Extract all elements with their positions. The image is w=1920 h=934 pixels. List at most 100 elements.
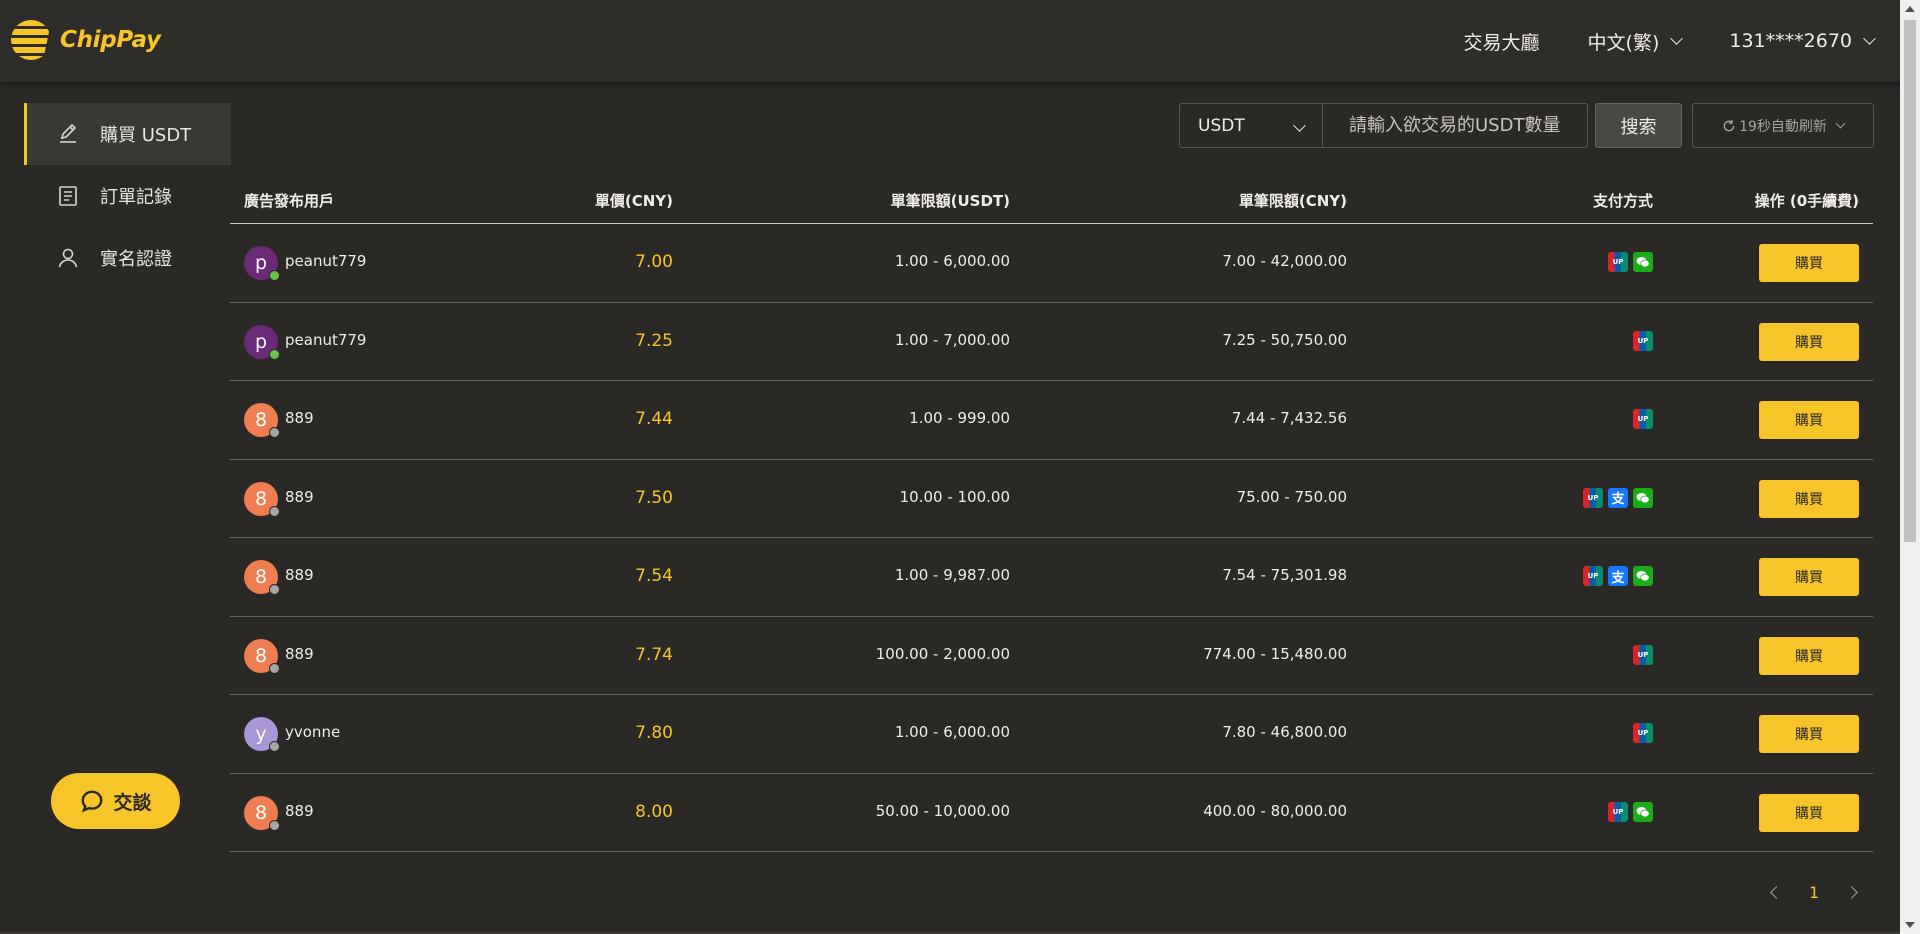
auto-refresh-dropdown[interactable]: 19秒自動刷新 (1692, 103, 1874, 148)
payment-methods: UP (1628, 409, 1653, 429)
payment-methods: UP 支 (1578, 487, 1653, 508)
status-dot (269, 348, 280, 360)
col-limit-usdt: 單筆限額(USDT) (890, 192, 1010, 210)
col-limit-cny: 單筆限額(CNY) (1238, 192, 1347, 210)
advertiser-name[interactable]: 889 (285, 488, 314, 506)
sidebar-item-verification[interactable]: 實名認證 (24, 227, 231, 289)
unionpay-icon: UP (1633, 723, 1653, 743)
amount-input[interactable] (1322, 103, 1588, 148)
chat-bubble-icon (82, 790, 103, 813)
buy-button[interactable]: 購買 (1759, 715, 1859, 753)
avatar-initial: 8 (254, 644, 268, 667)
account-menu[interactable]: 131****2670 (1729, 30, 1876, 52)
nav-trading-hall[interactable]: 交易大廳 (1464, 28, 1540, 55)
wechat-pay-icon (1633, 487, 1653, 508)
wechat-pay-icon (1633, 252, 1653, 272)
brand-name: ChipPay (60, 27, 161, 53)
sidebar: 購買 USDT 訂單記錄 實名認證 (24, 103, 231, 289)
advertiser-name[interactable]: peanut779 (285, 252, 366, 270)
table-body: p peanut779 7.00 1.00 - 6,000.00 7.00 - 42,0… (230, 224, 1873, 852)
account-label: 131****2670 (1729, 30, 1852, 52)
alipay-icon: 支 (1608, 566, 1628, 586)
payment-methods: UP (1603, 801, 1653, 822)
chevron-left-icon[interactable] (1770, 886, 1783, 899)
sidebar-item-buy-usdt[interactable]: 購買 USDT (24, 103, 231, 165)
avatar[interactable]: 8 (244, 481, 280, 517)
chat-button[interactable]: 交談 (51, 773, 180, 829)
advertiser-name[interactable]: 889 (285, 566, 314, 584)
buy-button-label: 購買 (1795, 334, 1823, 351)
payment-methods: UP (1628, 644, 1653, 665)
unionpay-icon: UP (1633, 330, 1653, 351)
search-button[interactable]: 搜索 (1595, 103, 1682, 148)
header-nav: 交易大廳 中文(繁) 131****2670 (1416, 0, 1876, 82)
scroll-down-arrow-icon[interactable] (1905, 922, 1915, 928)
limit-usdt: 1.00 - 6,000.00 (894, 252, 1010, 270)
sidebar-item-order-records[interactable]: 訂單記錄 (24, 165, 231, 227)
avatar[interactable]: 8 (244, 560, 280, 595)
scrollbar[interactable] (1900, 0, 1920, 934)
limit-usdt: 1.00 - 9,987.00 (894, 566, 1010, 584)
table-row: 8 889 8.00 50.00 - 10,000.00 400.00 - 80,000… (230, 774, 1873, 852)
limit-cny: 774.00 - 15,480.00 (1203, 644, 1347, 663)
buy-button[interactable]: 購買 (1759, 636, 1859, 675)
advertiser-name[interactable]: 889 (285, 645, 314, 663)
unit-price: 7.54 (635, 566, 673, 586)
currency-select[interactable]: USDT (1179, 103, 1322, 148)
avatar[interactable]: 8 (244, 403, 280, 438)
col-price: 單價(CNY) (594, 192, 673, 210)
unionpay-icon: UP (1583, 487, 1603, 508)
advertiser-name[interactable]: peanut779 (285, 331, 366, 349)
user-icon (58, 248, 78, 268)
unit-price: 8.00 (635, 801, 673, 822)
scroll-up-arrow-icon[interactable] (1905, 6, 1915, 12)
advertiser-name[interactable]: 889 (285, 802, 314, 820)
buy-button[interactable]: 購買 (1759, 401, 1859, 439)
table-row: p peanut779 7.00 1.00 - 6,000.00 7.00 - 42,0… (230, 224, 1873, 303)
avatar[interactable]: p (244, 324, 280, 360)
avatar[interactable]: p (244, 246, 280, 281)
avatar[interactable]: y (244, 717, 280, 752)
table-row: 8 889 7.54 1.00 - 9,987.00 7.54 - 75,301.98 U… (230, 538, 1873, 617)
logo[interactable]: ChipPay (10, 18, 161, 62)
limit-cny: 7.80 - 46,800.00 (1222, 723, 1347, 741)
advertiser-name[interactable]: 889 (285, 409, 314, 427)
buy-button[interactable]: 購買 (1759, 244, 1859, 282)
currency-value: USDT (1198, 115, 1245, 136)
limit-cny: 7.44 - 7,432.56 (1231, 409, 1347, 427)
buy-button[interactable]: 購買 (1759, 558, 1859, 596)
avatar-initial: p (254, 252, 268, 274)
unionpay-icon: UP (1633, 409, 1653, 429)
scroll-thumb[interactable] (1904, 20, 1916, 542)
status-dot (269, 505, 280, 517)
limit-cny: 75.00 - 750.00 (1236, 487, 1347, 506)
unionpay-icon: UP (1633, 644, 1653, 665)
buy-button-label: 購買 (1795, 727, 1823, 743)
payment-methods: UP 支 (1578, 566, 1653, 586)
payment-methods: UP (1603, 252, 1653, 272)
unit-price: 7.74 (635, 644, 673, 665)
unit-price: 7.00 (635, 252, 673, 272)
limit-usdt: 1.00 - 6,000.00 (894, 723, 1010, 741)
col-payment: 支付方式 (1592, 192, 1653, 210)
buy-button[interactable]: 購買 (1759, 322, 1859, 361)
buy-button-label: 購買 (1795, 805, 1823, 822)
status-dot (269, 819, 280, 831)
language-selector[interactable]: 中文(繁) (1588, 28, 1684, 55)
chevron-down-icon (1835, 118, 1846, 129)
buy-button[interactable]: 購買 (1759, 793, 1859, 832)
avatar[interactable]: 8 (244, 795, 280, 831)
edit-icon (60, 123, 77, 143)
chippay-logo-icon (11, 20, 51, 60)
chevron-right-icon[interactable] (1845, 886, 1859, 899)
page-number[interactable]: 1 (1809, 883, 1819, 902)
unit-price: 7.50 (635, 487, 673, 508)
buy-button[interactable]: 購買 (1759, 479, 1859, 518)
avatar-initial: y (255, 723, 267, 745)
table-row: 8 889 7.74 100.00 - 2,000.00 774.00 - 15,480… (230, 617, 1873, 695)
advertiser-name[interactable]: yvonne (285, 723, 340, 741)
avatar[interactable]: 8 (244, 638, 280, 674)
chevron-down-icon (1670, 31, 1684, 45)
unit-price: 7.80 (635, 723, 673, 743)
search-button-label: 搜索 (1620, 116, 1657, 138)
